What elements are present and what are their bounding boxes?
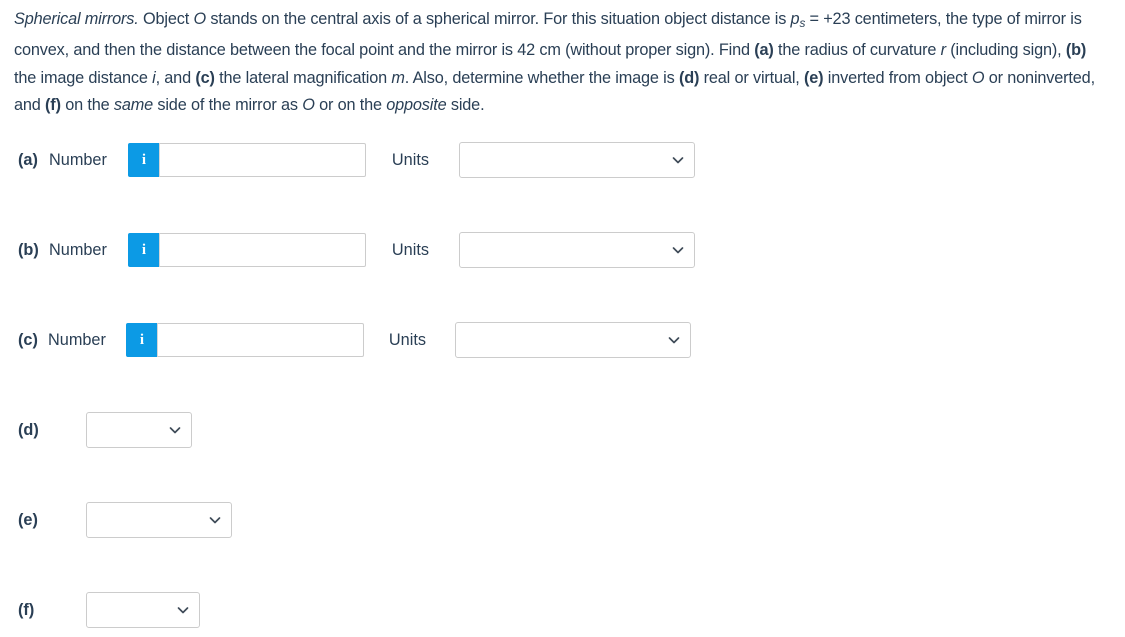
problem-text-2c: the image distance (14, 68, 153, 87)
part-label-a: (a) (18, 150, 38, 169)
problem-text-1b: stands on the central axis of a spherica… (205, 10, 791, 28)
chevron-down-icon (176, 603, 190, 617)
number-caption-c: Number (48, 330, 106, 349)
emphasis-opposite: opposite (386, 96, 447, 115)
number-input-group-a: i (127, 143, 366, 177)
inline-label-b: (b) (1065, 41, 1087, 60)
answer-row-d: (d) (0, 410, 192, 450)
part-label-e: (e) (18, 510, 38, 529)
inline-label-a: (a) (754, 41, 774, 60)
units-select-c[interactable] (455, 322, 692, 358)
problem-text-3b: inverted from object (823, 68, 972, 87)
variable-object-o: O (193, 10, 206, 28)
chevron-down-icon (208, 513, 222, 527)
info-icon-b[interactable]: i (127, 233, 159, 267)
choice-select-value-d (95, 413, 165, 447)
info-icon-c[interactable]: i (125, 323, 157, 357)
problem-text-3a: real or virtual, (699, 68, 805, 87)
problem-text-2b: (including sign), (945, 41, 1066, 60)
number-input-group-b: i (127, 233, 366, 267)
chevron-down-icon (168, 423, 182, 437)
units-caption-b: Units (391, 240, 430, 259)
part-label-c: (c) (18, 330, 38, 349)
answer-row-a: (a) Number i Units (0, 140, 696, 180)
choice-select-e[interactable] (86, 502, 232, 538)
number-input-c[interactable] (156, 323, 364, 357)
inline-label-e: (e) (804, 68, 824, 87)
problem-text-2d: , and (155, 68, 196, 87)
choice-select-f[interactable] (86, 592, 200, 628)
units-select-a[interactable] (459, 142, 696, 178)
number-input-a[interactable] (158, 143, 366, 177)
number-caption-a: Number (49, 150, 107, 169)
units-select-b[interactable] (459, 232, 696, 268)
chevron-down-icon (671, 153, 685, 167)
answer-row-e: (e) (0, 500, 232, 540)
variable-m: m (391, 68, 405, 87)
units-caption-c: Units (388, 330, 427, 349)
units-select-value-c (464, 323, 664, 357)
answer-row-c: (c) Number i Units (0, 320, 692, 360)
problem-text-3g: side. (446, 96, 485, 115)
part-label-d: (d) (18, 420, 39, 439)
chevron-down-icon (671, 243, 685, 257)
info-icon-a[interactable]: i (127, 143, 159, 177)
answer-row-b: (b) Number i Units (0, 230, 696, 270)
problem-title: Spherical mirrors. (14, 10, 139, 28)
variable-object-o-3: O (302, 96, 315, 115)
choice-select-value-e (95, 503, 205, 537)
emphasis-same: same (113, 96, 154, 115)
inline-label-c: (c) (195, 68, 215, 87)
choice-select-value-f (95, 593, 173, 627)
problem-statement: Spherical mirrors. Object O stands on th… (14, 6, 1112, 120)
number-input-b[interactable] (158, 233, 366, 267)
choice-select-d[interactable] (86, 412, 192, 448)
chevron-down-icon (667, 333, 681, 347)
answer-row-f: (f) (0, 590, 200, 630)
problem-text-3e: side of the mirror as (153, 96, 303, 115)
units-select-value-b (468, 233, 668, 267)
problem-text-2e: the lateral magnification (214, 68, 392, 87)
problem-text-1a: Object (138, 10, 194, 28)
part-label-b: (b) (18, 240, 39, 259)
variable-object-o-2: O (971, 68, 985, 87)
units-caption-a: Units (391, 150, 430, 169)
number-caption-b: Number (49, 240, 107, 259)
units-select-value-a (468, 143, 668, 177)
inline-label-d: (d) (678, 68, 700, 87)
problem-text-2f: . Also, determine whether the image is (404, 68, 679, 87)
problem-text-3f: or on the (314, 96, 387, 115)
number-input-group-c: i (125, 323, 364, 357)
problem-text-3d: on the (60, 96, 114, 115)
problem-text-2a: the radius of curvature (773, 41, 941, 60)
inline-label-f: (f) (45, 96, 61, 115)
part-label-f: (f) (18, 600, 35, 619)
